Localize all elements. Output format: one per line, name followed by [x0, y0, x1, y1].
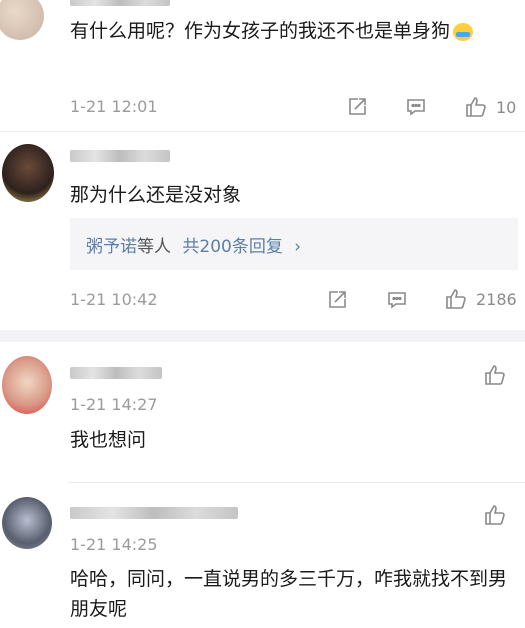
like-count: 10	[496, 97, 517, 117]
reply-text: 哈哈，同问，一直说男的多三千万，咋我就找不到男朋友呢	[70, 568, 508, 620]
reply-timestamp: 1-21 14:27	[70, 395, 158, 414]
comment-timestamp: 1-21 10:42	[70, 290, 158, 309]
avatar[interactable]	[2, 144, 54, 202]
share-button[interactable]	[326, 289, 348, 311]
like-button[interactable]	[483, 503, 507, 527]
reply-middle-text: 等人	[137, 237, 171, 257]
thumbs-up-icon	[464, 95, 488, 119]
section-separator	[0, 330, 525, 342]
reply-count-link[interactable]: 共200条回复	[182, 237, 282, 257]
reply-timestamp: 1-21 14:25	[70, 535, 158, 554]
username-blurred[interactable]	[70, 150, 170, 162]
share-icon	[346, 96, 368, 118]
username-blurred[interactable]	[70, 507, 238, 519]
like-button[interactable]: 2186	[444, 287, 517, 311]
username-blurred[interactable]	[70, 0, 170, 6]
sweat-smile-emoji-icon	[453, 22, 474, 41]
reply-text: 我也想问	[70, 429, 147, 451]
like-button[interactable]: 10	[464, 95, 516, 119]
comment-timestamp: 1-21 12:01	[70, 97, 158, 116]
divider	[68, 482, 525, 483]
thumbs-up-icon	[483, 363, 507, 387]
reply-preview-box[interactable]: 粥予诺等人 共200条回复 ›	[70, 218, 518, 270]
reply-user-link[interactable]: 粥予诺	[86, 237, 137, 257]
avatar[interactable]	[2, 356, 52, 414]
like-count: 2186	[476, 289, 517, 309]
thumbs-up-icon	[444, 287, 468, 311]
thumbs-up-icon	[483, 503, 507, 527]
avatar[interactable]	[0, 0, 44, 40]
chevron-right-icon: ›	[294, 237, 302, 257]
comment-icon	[386, 289, 408, 311]
share-icon	[326, 289, 348, 311]
comment-button[interactable]	[386, 289, 408, 311]
comment-text: 那为什么还是没对象	[70, 184, 242, 206]
comment-text: 有什么用呢？作为女孩子的我还不也是单身狗	[70, 16, 520, 46]
avatar[interactable]	[2, 497, 52, 549]
divider	[0, 131, 525, 132]
like-button[interactable]	[483, 363, 507, 387]
comment-button[interactable]	[405, 96, 427, 118]
comment-icon	[405, 96, 427, 118]
share-button[interactable]	[346, 96, 368, 118]
username-blurred[interactable]	[70, 367, 162, 379]
